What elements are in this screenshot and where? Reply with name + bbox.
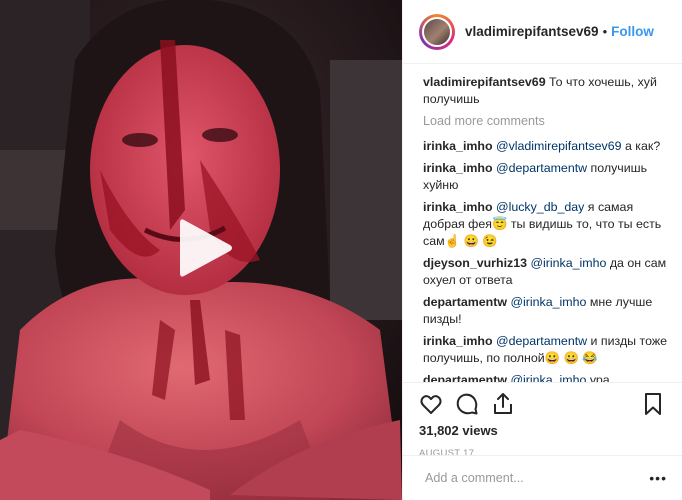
post-actions: 31,802 views AUGUST 17 <box>403 382 682 459</box>
comment: departamentw @irinka_imho мне лучше пизд… <box>423 294 667 328</box>
more-options-icon[interactable]: ••• <box>649 470 667 486</box>
play-icon[interactable] <box>178 216 234 280</box>
comment: irinka_imho @departamentw и пизды тоже п… <box>423 333 667 367</box>
comment-mention[interactable]: @irinka_imho <box>510 373 586 382</box>
avatar[interactable] <box>419 13 455 50</box>
comment: irinka_imho @vladimirepifantsev69 а как? <box>423 138 667 155</box>
post-sidebar: vladimirepifantsev69 • Follow vladimirep… <box>402 0 682 500</box>
load-more-comments-button[interactable]: Load more comments <box>423 113 667 130</box>
comment-icon[interactable] <box>455 392 479 416</box>
comment-mention[interactable]: @departamentw <box>496 334 587 348</box>
comment-text: а как? <box>621 139 661 153</box>
caption: vladimirepifantsev69 То что хочешь, хуй … <box>423 74 667 108</box>
comment-username[interactable]: departamentw <box>423 295 507 309</box>
share-icon[interactable] <box>491 392 515 416</box>
caption-username[interactable]: vladimirepifantsev69 <box>423 75 546 89</box>
comment-text: ура <box>586 373 610 382</box>
comment-username[interactable]: irinka_imho <box>423 334 493 348</box>
comment-username[interactable]: irinka_imho <box>423 200 493 214</box>
comments-list[interactable]: vladimirepifantsev69 То что хочешь, хуй … <box>403 64 682 382</box>
comment-mention[interactable]: @irinka_imho <box>530 256 606 270</box>
comment-mention[interactable]: @irinka_imho <box>510 295 586 309</box>
comment-mention[interactable]: @departamentw <box>496 161 587 175</box>
comment: irinka_imho @departamentw получишь хуйню <box>423 160 667 194</box>
follow-button[interactable]: Follow <box>611 24 654 39</box>
action-icons <box>419 389 667 419</box>
comment: departamentw @irinka_imho ура <box>423 372 667 382</box>
comment-input[interactable] <box>423 470 650 486</box>
comment-mention[interactable]: @lucky_db_day <box>496 200 584 214</box>
instagram-post: vladimirepifantsev69 • Follow vladimirep… <box>0 0 682 500</box>
author-username[interactable]: vladimirepifantsev69 <box>465 24 599 39</box>
comment-username[interactable]: departamentw <box>423 373 507 382</box>
comment-username[interactable]: irinka_imho <box>423 161 493 175</box>
post-header: vladimirepifantsev69 • Follow <box>403 0 682 64</box>
comment: djeyson_vurhiz13 @irinka_imho да он сам … <box>423 255 667 289</box>
view-count[interactable]: 31,802 views <box>419 423 667 438</box>
comment-username[interactable]: irinka_imho <box>423 139 493 153</box>
header-separator: • <box>602 24 608 39</box>
comment-username[interactable]: djeyson_vurhiz13 <box>423 256 527 270</box>
comment-container: irinka_imho @vladimirepifantsev69 а как?… <box>423 138 667 382</box>
comment: irinka_imho @lucky_db_day я самая добрая… <box>423 199 667 250</box>
bookmark-icon[interactable] <box>641 392 665 416</box>
heart-icon[interactable] <box>419 392 443 416</box>
avatar-image <box>422 16 452 47</box>
video-player[interactable] <box>0 0 402 500</box>
add-comment-bar: ••• <box>403 455 682 500</box>
comment-mention[interactable]: @vladimirepifantsev69 <box>496 139 622 153</box>
